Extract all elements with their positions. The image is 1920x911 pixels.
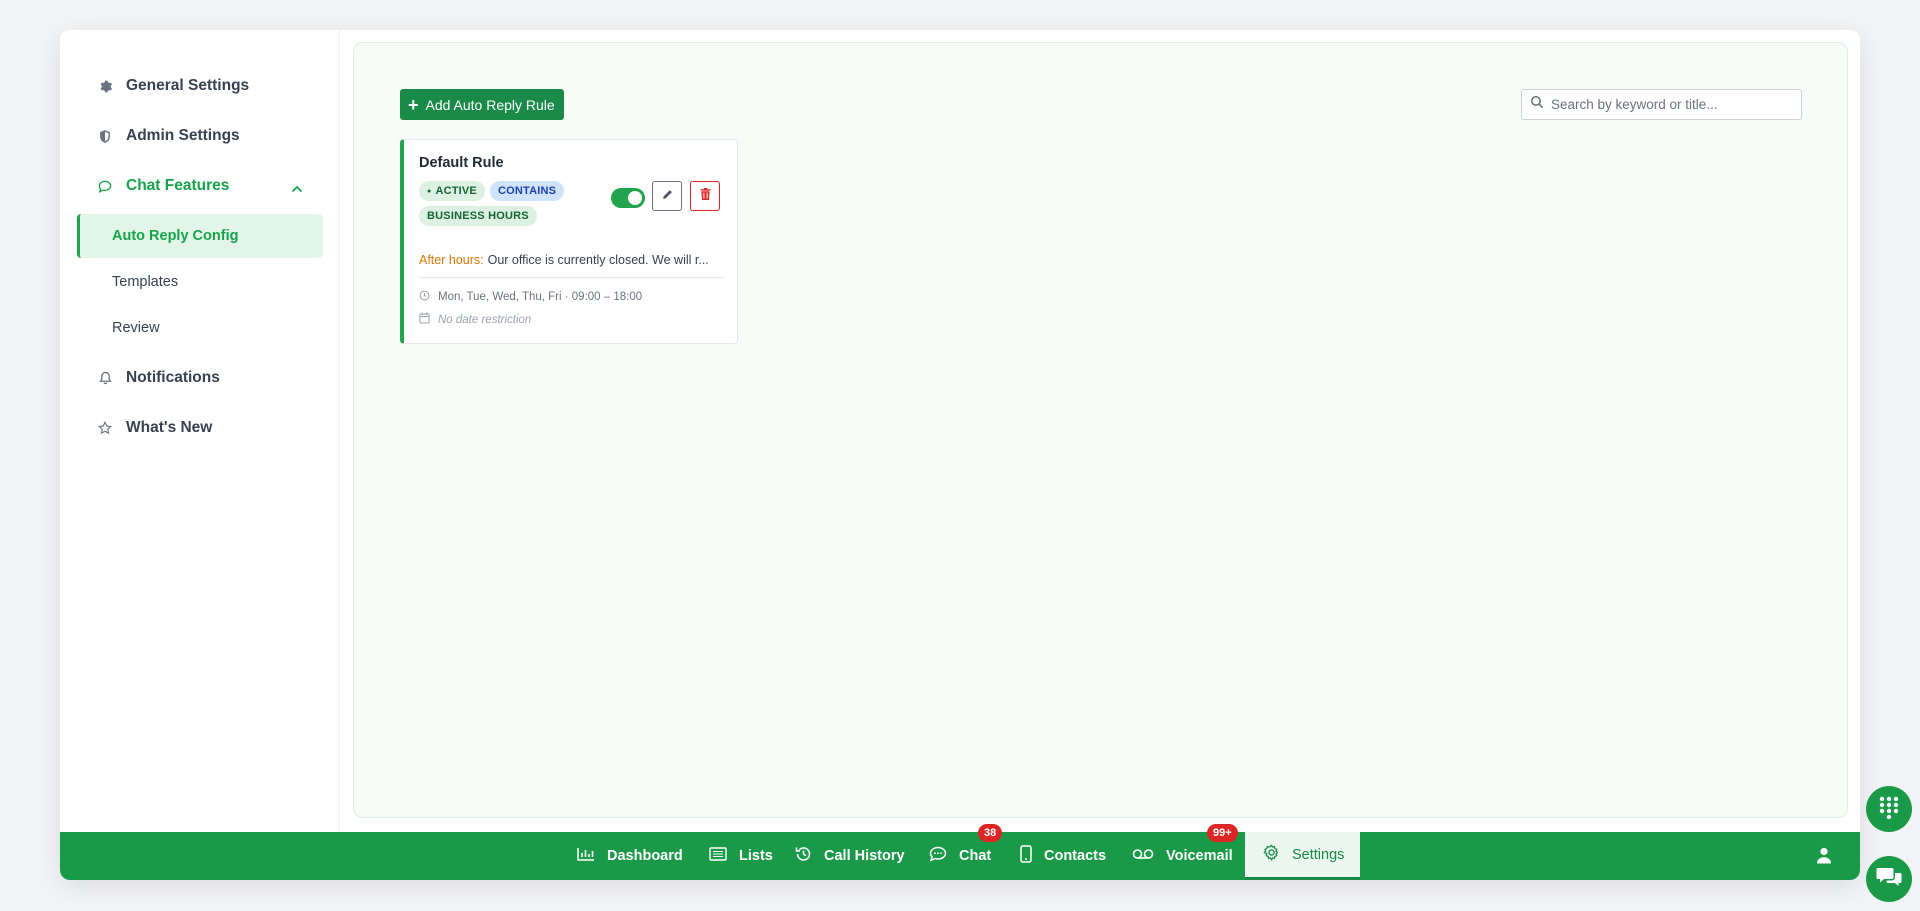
sidebar-item-general-settings[interactable]: General Settings <box>60 64 339 108</box>
delete-rule-button[interactable] <box>690 181 720 211</box>
sidebar-item-label: Notifications <box>126 369 220 386</box>
sidebar-item-label: Admin Settings <box>126 127 240 144</box>
match-type-badge: CONTAINS <box>489 181 565 201</box>
chat-unread-badge: 38 <box>978 824 1003 842</box>
rule-card[interactable]: Default Rule ACTIVE CONTAINS BUSINESS HO… <box>400 139 738 344</box>
trash-icon <box>699 187 711 205</box>
sidebar-item-label: General Settings <box>126 77 250 94</box>
sidebar-item-whats-new[interactable]: What's New <box>60 406 339 450</box>
star-icon <box>98 421 112 435</box>
after-hours-text: Our office is currently closed. We will … <box>487 253 709 267</box>
nav-label: Settings <box>1292 846 1345 863</box>
dialpad-button[interactable] <box>1866 786 1912 832</box>
list-icon <box>709 847 727 865</box>
nav-dashboard[interactable]: Dashboard <box>577 832 683 880</box>
shield-icon <box>98 129 112 143</box>
chat-bubbles-icon <box>1876 866 1902 893</box>
after-hours-label: After hours: <box>419 253 484 267</box>
bar-chart-icon <box>577 847 595 865</box>
sidebar-item-chat-features[interactable]: Chat Features <box>60 164 339 208</box>
pencil-icon <box>662 187 673 205</box>
gear-icon <box>98 79 112 93</box>
search-icon <box>1530 95 1544 114</box>
gear-icon <box>1263 844 1280 865</box>
user-profile-button[interactable] <box>1816 847 1832 869</box>
sidebar-subitem-auto-reply-config[interactable]: Auto Reply Config <box>77 214 323 258</box>
sidebar-item-label: Chat Features <box>126 177 230 194</box>
status-badge: ACTIVE <box>419 181 485 201</box>
auto-reply-panel: + Add Auto Reply Rule Default Rule ACTIV… <box>353 42 1848 818</box>
business-hours-badge: BUSINESS HOURS <box>419 206 537 226</box>
nav-lists[interactable]: Lists <box>709 832 773 880</box>
clock-icon <box>419 290 430 304</box>
nav-label: Lists <box>739 848 773 864</box>
nav-label: Chat <box>959 848 992 864</box>
add-button-label: Add Auto Reply Rule <box>425 96 555 113</box>
phone-icon <box>1020 845 1032 867</box>
date-restriction-text: No date restriction <box>438 313 532 326</box>
sidebar-item-notifications[interactable]: Notifications <box>60 356 339 400</box>
voicemail-icon <box>1132 848 1154 864</box>
chat-features-submenu: Auto Reply Config Templates Review <box>60 214 339 350</box>
voicemail-count-badge: 99+ <box>1207 824 1238 842</box>
sidebar-item-label: What's New <box>126 419 213 436</box>
add-auto-reply-rule-button[interactable]: + Add Auto Reply Rule <box>400 89 564 120</box>
plus-icon: + <box>408 94 419 115</box>
nav-label: Call History <box>824 848 905 864</box>
edit-rule-button[interactable] <box>652 181 682 211</box>
dialpad-icon <box>1877 795 1901 824</box>
user-icon <box>1816 847 1832 868</box>
date-restriction-row: No date restriction <box>419 312 531 327</box>
bottom-nav-bar: Dashboard Lists Call History Chat 38 Con <box>60 824 1860 880</box>
chat-icon <box>929 846 947 866</box>
support-chat-button[interactable] <box>1866 856 1912 902</box>
sidebar-subitem-templates[interactable]: Templates <box>77 260 323 304</box>
schedule-row: Mon, Tue, Wed, Thu, Fri · 09:00 – 18:00 <box>419 290 642 304</box>
sidebar-item-admin-settings[interactable]: Admin Settings <box>60 114 339 158</box>
nav-label: Voicemail <box>1166 848 1233 864</box>
nav-contacts[interactable]: Contacts <box>1020 832 1106 880</box>
schedule-text: Mon, Tue, Wed, Thu, Fri · 09:00 – 18:00 <box>438 291 643 303</box>
chat-bubble-icon <box>98 179 112 193</box>
search-box <box>1521 89 1802 120</box>
chevron-up-icon[interactable] <box>291 180 303 198</box>
rule-title: Default Rule <box>419 155 504 171</box>
rule-tags: ACTIVE CONTAINS BUSINESS HOURS <box>419 181 579 226</box>
bell-icon <box>98 371 112 385</box>
app-window: General Settings Admin Settings Chat Fea… <box>60 30 1860 880</box>
calendar-icon <box>419 312 430 327</box>
nav-settings[interactable]: Settings <box>1245 832 1361 880</box>
nav-label: Dashboard <box>607 848 683 864</box>
settings-sidebar: General Settings Admin Settings Chat Fea… <box>60 30 340 832</box>
search-input[interactable] <box>1551 97 1791 112</box>
rule-enabled-toggle[interactable] <box>611 188 645 208</box>
nav-label: Contacts <box>1044 848 1107 864</box>
nav-call-history[interactable]: Call History <box>794 832 905 880</box>
history-icon <box>794 845 812 867</box>
after-hours-message: After hours: Our office is currently clos… <box>419 253 724 267</box>
card-divider <box>419 277 724 278</box>
sidebar-subitem-review[interactable]: Review <box>77 306 323 350</box>
